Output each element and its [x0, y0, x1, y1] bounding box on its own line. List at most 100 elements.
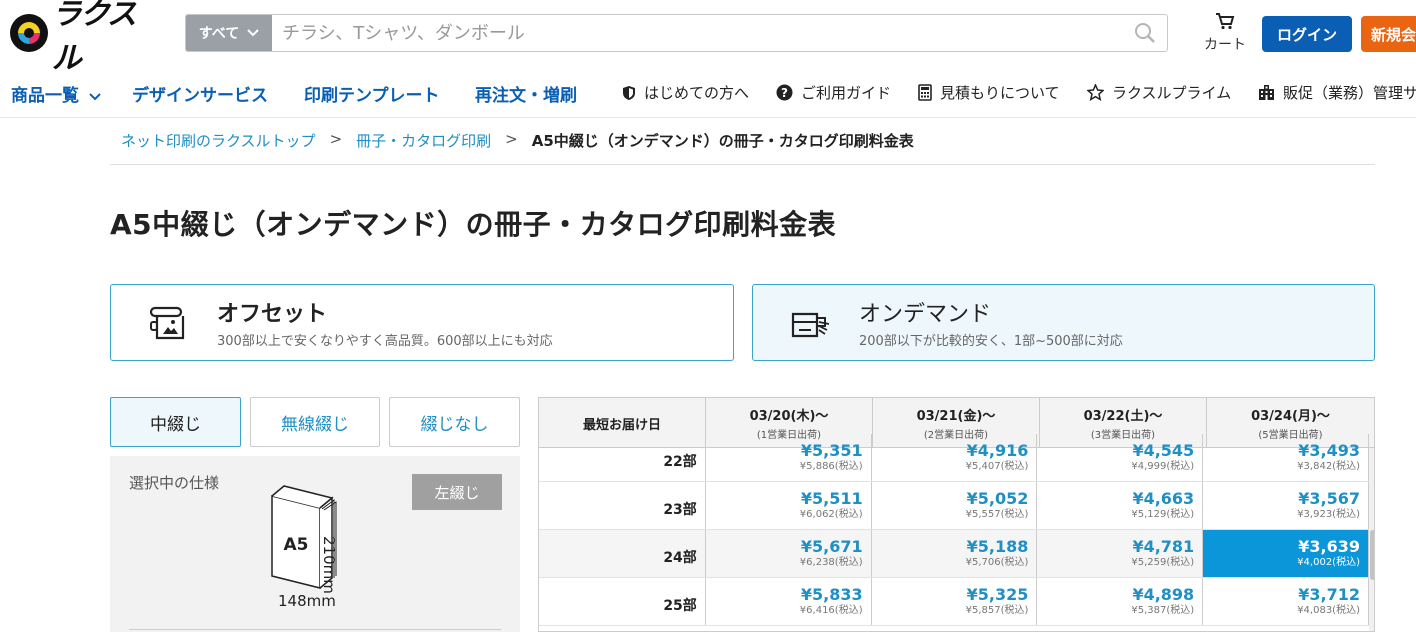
- price-main: ¥5,188: [966, 536, 1029, 556]
- price-cell[interactable]: ¥4,663 ¥5,129(税込): [1037, 482, 1204, 529]
- spec-width: 148mm: [278, 592, 336, 610]
- price-main: ¥3,493: [1298, 440, 1360, 460]
- nav-products-label: 商品一覧: [11, 86, 79, 106]
- nav-design-service[interactable]: デザインサービス: [132, 81, 268, 106]
- binding-side-button[interactable]: 左綴じ: [412, 474, 502, 510]
- method-offset-desc: 300部以上で安くなりやすく高品質。600部以上にも対応: [217, 334, 553, 349]
- price-table: 最短お届け日 03/20(木)～ (1営業日出荷) 03/21(金)～ (2営業…: [538, 397, 1375, 632]
- header-date: 03/24(月)～: [1251, 409, 1330, 424]
- price-tax: ¥5,259(税込): [1131, 556, 1195, 568]
- price-main: ¥4,898: [1132, 584, 1195, 604]
- price-cell[interactable]: ¥5,833 ¥6,416(税込): [706, 578, 872, 625]
- nav-business[interactable]: 販促（業務）管理サービス: [1258, 82, 1416, 103]
- chevron-down-icon: [247, 29, 259, 37]
- price-cell-selected[interactable]: ¥3,639 ¥4,002(税込): [1203, 530, 1369, 577]
- price-cell[interactable]: ¥3,493 ¥3,842(税込): [1203, 434, 1369, 481]
- table-scrollbar[interactable]: [1369, 448, 1374, 631]
- qty-cell: 22部: [539, 434, 706, 481]
- breadcrumb-separator: >: [329, 130, 343, 148]
- price-main: ¥4,545: [1132, 440, 1195, 460]
- chevron-down-icon: [89, 93, 101, 101]
- method-offset-title: オフセット: [217, 302, 328, 327]
- svg-text:?: ?: [781, 86, 788, 100]
- price-tax: ¥4,002(税込): [1297, 556, 1360, 568]
- price-tax: ¥4,999(税込): [1131, 460, 1195, 472]
- price-main: ¥3,639: [1298, 536, 1360, 556]
- method-offset-card[interactable]: オフセット 300部以上で安くなりやすく高品質。600部以上にも対応: [110, 284, 734, 361]
- qty-cell: 25部: [539, 578, 706, 625]
- logo-mark-icon: [10, 14, 48, 52]
- nav-reorder[interactable]: 再注文・増刷: [475, 81, 577, 106]
- table-row: 25部 ¥5,833 ¥6,416(税込) ¥5,325 ¥5,857(税込) ¥4…: [539, 578, 1369, 626]
- method-ondemand-card[interactable]: オンデマンド 200部以下が比較的安く、1部~500部に対応: [752, 284, 1375, 361]
- scrollbar-thumb[interactable]: [1370, 530, 1374, 580]
- price-tax: ¥5,129(税込): [1131, 508, 1195, 520]
- price-cell[interactable]: ¥5,325 ¥5,857(税込): [872, 578, 1038, 625]
- price-cell[interactable]: ¥4,781 ¥5,259(税込): [1037, 530, 1204, 577]
- nav-guide-label: ご利用ガイド: [801, 84, 892, 102]
- price-cell[interactable]: ¥5,052 ¥5,557(税込): [872, 482, 1038, 529]
- shield-icon: [623, 85, 635, 100]
- global-nav: 商品一覧 デザインサービス 印刷テンプレート 再注文・増刷 はじめての方へ ? …: [0, 66, 1416, 118]
- price-cell[interactable]: ¥5,671 ¥6,238(税込): [706, 530, 872, 577]
- breadcrumb-separator: >: [505, 130, 518, 148]
- price-cell[interactable]: ¥3,712 ¥4,083(税込): [1203, 578, 1369, 625]
- price-tax: ¥5,387(税込): [1131, 604, 1195, 616]
- price-main: ¥3,567: [1298, 488, 1360, 508]
- search-category-select[interactable]: すべて: [186, 15, 272, 51]
- nav-print-template[interactable]: 印刷テンプレート: [304, 81, 440, 106]
- price-tax: ¥5,407(税込): [965, 460, 1029, 472]
- booklet-size-label: A5: [284, 535, 309, 555]
- qty-cell: 24部: [539, 530, 706, 577]
- price-tax: ¥6,238(税込): [799, 556, 863, 568]
- price-cell[interactable]: ¥4,898 ¥5,387(税込): [1037, 578, 1204, 625]
- table-row: 23部 ¥5,511 ¥6,062(税込) ¥5,052 ¥5,557(税込) ¥4…: [539, 482, 1369, 530]
- divider: [129, 629, 501, 630]
- price-tax: ¥4,083(税込): [1297, 604, 1360, 616]
- price-tax: ¥3,923(税込): [1297, 508, 1360, 520]
- price-cell[interactable]: ¥5,511 ¥6,062(税込): [706, 482, 872, 529]
- nav-prime-label: ラクスルプライム: [1112, 84, 1232, 102]
- table-row: 22部 ¥5,351 ¥5,886(税込) ¥4,916 ¥5,407(税込) ¥4…: [539, 434, 1369, 482]
- price-cell[interactable]: ¥5,351 ¥5,886(税込): [706, 434, 872, 481]
- tab-perfect-binding[interactable]: 無線綴じ: [250, 397, 380, 447]
- offset-printer-icon: [149, 306, 185, 340]
- tab-saddle-stitch[interactable]: 中綴じ: [110, 397, 241, 447]
- star-icon: [1087, 84, 1104, 101]
- breadcrumb-top-link[interactable]: ネット印刷のラクスルトップ: [121, 130, 316, 151]
- price-tax: ¥3,842(税込): [1297, 460, 1360, 472]
- cart-link[interactable]: カート: [1198, 12, 1252, 54]
- nav-estimate[interactable]: 見積もりについて: [918, 82, 1060, 103]
- price-main: ¥5,511: [800, 488, 863, 508]
- ondemand-printer-icon: [791, 312, 830, 338]
- cart-label: カート: [1204, 37, 1246, 53]
- nav-estimate-label: 見積もりについて: [940, 84, 1060, 102]
- login-button[interactable]: ログイン: [1262, 16, 1352, 52]
- nav-business-label: 販促（業務）管理サービス: [1283, 84, 1416, 102]
- search-category-label: すべて: [198, 26, 240, 42]
- price-tax: ¥5,886(税込): [799, 460, 863, 472]
- raksul-logo[interactable]: ラクスル: [10, 0, 162, 76]
- price-main: ¥5,325: [966, 584, 1029, 604]
- price-tax: ¥5,857(税込): [965, 604, 1029, 616]
- price-cell[interactable]: ¥3,567 ¥3,923(税込): [1203, 482, 1369, 529]
- breadcrumb-current: A5中綴じ（オンデマンド）の冊子・カタログ印刷料金表: [531, 132, 914, 150]
- search-button[interactable]: [1123, 15, 1167, 51]
- help-icon: ?: [776, 84, 793, 101]
- price-cell[interactable]: ¥5,188 ¥5,706(税込): [872, 530, 1038, 577]
- search-input[interactable]: [272, 15, 1123, 51]
- cart-icon: [1216, 13, 1235, 30]
- nav-beginners-label: はじめての方へ: [644, 84, 750, 102]
- nav-products[interactable]: 商品一覧: [11, 81, 101, 106]
- method-ondemand-title: オンデマンド: [859, 302, 992, 327]
- price-cell[interactable]: ¥4,545 ¥4,999(税込): [1037, 434, 1204, 481]
- nav-beginners[interactable]: はじめての方へ: [622, 82, 749, 103]
- price-main: ¥4,663: [1132, 488, 1195, 508]
- nav-guide[interactable]: ? ご利用ガイド: [776, 82, 891, 103]
- breadcrumb-catalog-link[interactable]: 冊子・カタログ印刷: [356, 130, 491, 151]
- nav-prime[interactable]: ラクスルプライム: [1087, 82, 1231, 103]
- tab-no-binding[interactable]: 綴じなし: [389, 397, 520, 447]
- price-cell[interactable]: ¥4,916 ¥5,407(税込): [872, 434, 1038, 481]
- search-bar: すべて: [185, 14, 1168, 52]
- signup-button[interactable]: 新規会員登録: [1361, 16, 1416, 52]
